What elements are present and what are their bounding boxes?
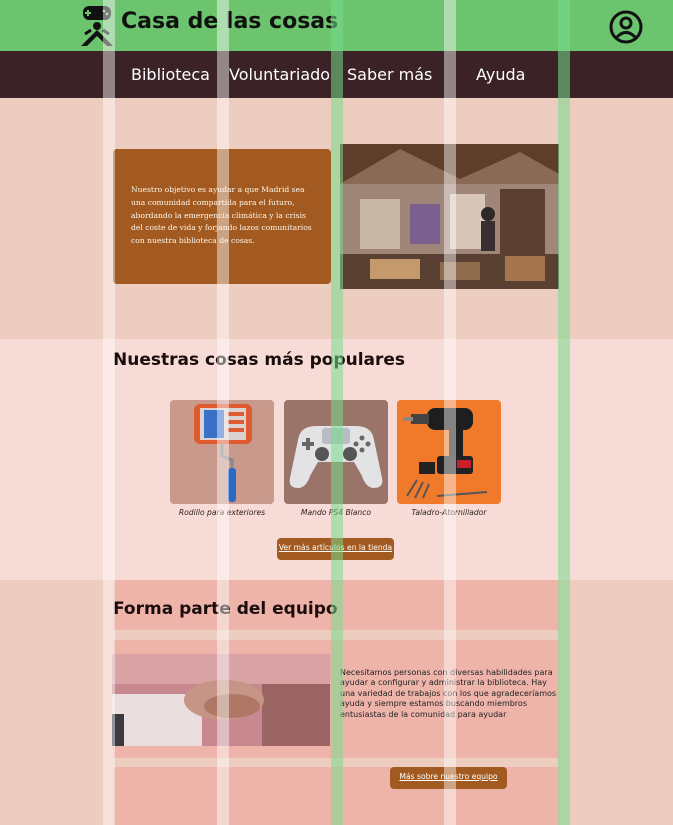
team-section: Forma parte del equipo Necesitamos perso… [0,580,673,825]
site-title[interactable]: Casa de las cosas [121,9,338,34]
nav-item-voluntariado[interactable]: Voluntariado [229,65,330,84]
product-card[interactable]: Taladro-Atornillador [397,400,501,517]
hands-together-photo [112,654,330,746]
ps4-controller-image[interactable] [284,400,388,504]
product-caption: Rodillo para exteriores [178,508,266,517]
nav-item-biblioteca[interactable]: Biblioteca [131,65,210,84]
hero-section: Nuestro objetivo es ayudar a que Madrid … [0,98,673,339]
top-bar: Casa de las cosas [0,0,673,51]
team-title: Forma parte del equipo [113,599,338,619]
gamepad-person-icon[interactable] [75,4,119,48]
store-interior-photo [340,144,559,289]
nav-item-saber-mas[interactable]: Saber más [347,65,432,84]
product-caption: Taladro-Atornillador [411,508,487,517]
product-card[interactable]: Mando PS4 Blanco [284,400,388,517]
team-more-button[interactable]: Más sobre nuestro equipo [390,767,507,789]
popular-title: Nuestras cosas más populares [113,350,406,370]
hero-text: Nuestro objetivo es ayudar a que Madrid … [131,185,312,246]
shop-more-button[interactable]: Ver más artículos en la tienda [277,538,394,560]
team-text: Necesitamos personas con diversas habili… [340,668,557,719]
hero-card: Nuestro objetivo es ayudar a que Madrid … [113,149,331,284]
main-nav: Biblioteca Voluntariado Saber más Ayuda [0,51,673,98]
paint-roller-image[interactable] [170,400,274,504]
nav-item-ayuda[interactable]: Ayuda [476,65,525,84]
product-card[interactable]: Rodillo para exteriores [170,400,274,517]
user-circle-icon[interactable] [609,10,643,44]
popular-section: Nuestras cosas más populares Rodillo par… [0,339,673,580]
drill-image[interactable] [397,400,501,504]
product-caption: Mando PS4 Blanco [300,508,372,517]
